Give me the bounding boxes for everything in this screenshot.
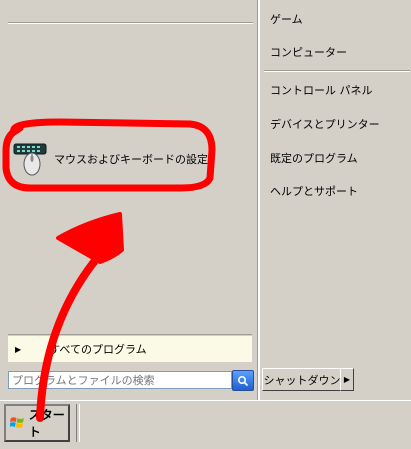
right-item-default-programs[interactable]: 既定のプログラム [270, 150, 358, 166]
triangle-right-icon: ▶ [343, 375, 351, 384]
right-item-games[interactable]: ゲーム [270, 11, 303, 27]
menu-item-mouse-keyboard-settings[interactable]: マウスおよびキーボードの設定 [12, 142, 232, 176]
left-pane-divider [8, 22, 253, 24]
right-item-devices-printers[interactable]: デバイスとプリンター [270, 116, 380, 132]
windows-logo-icon [10, 417, 24, 428]
start-label: スタート [28, 408, 65, 439]
right-item-computer[interactable]: コンピューター [270, 44, 347, 60]
triangle-right-icon: ▶ [15, 344, 22, 354]
taskbar-separator [76, 404, 80, 442]
right-item-control-panel[interactable]: コントロール パネル [270, 82, 373, 98]
menu-item-label: マウスおよびキーボードの設定 [54, 153, 208, 166]
start-button[interactable]: スタート [4, 404, 70, 442]
search-button[interactable] [232, 370, 254, 391]
right-pane-divider [264, 70, 410, 72]
search-input[interactable] [8, 371, 232, 389]
shutdown-label: シャットダウン [263, 373, 341, 387]
mouse-keyboard-icon [13, 143, 47, 176]
search-icon [237, 375, 249, 386]
all-programs-label: すべてのプログラム [49, 343, 147, 356]
shutdown-options-button[interactable]: ▶ [340, 368, 354, 391]
all-programs-button[interactable]: ▶ すべてのプログラム [8, 335, 252, 362]
right-item-help-support[interactable]: ヘルプとサポート [270, 183, 358, 199]
shutdown-button[interactable]: シャットダウン [262, 368, 342, 391]
